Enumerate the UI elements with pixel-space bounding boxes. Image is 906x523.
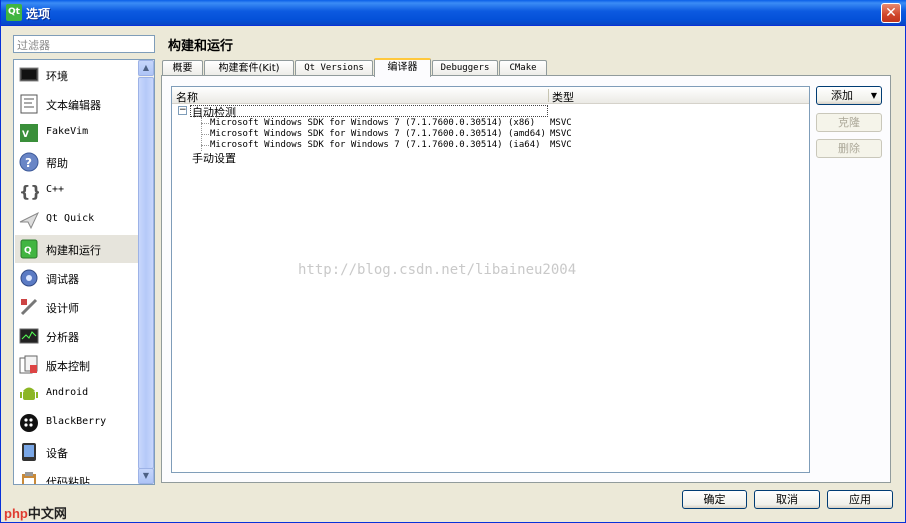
svg-text:Q: Q: [24, 246, 32, 256]
watermark-url: http://blog.csdn.net/libaineu2004: [298, 262, 577, 278]
sidebar-item-cpp[interactable]: {} C++: [15, 177, 139, 205]
paper-plane-icon: [19, 210, 39, 230]
compiler-row-type: MSVC: [550, 140, 572, 150]
column-header-name[interactable]: 名称: [176, 89, 198, 105]
sidebar-item-debugger[interactable]: 调试器: [15, 264, 139, 292]
sidebar-item-text-editor[interactable]: 文本编辑器: [15, 90, 139, 118]
version-control-icon: [19, 355, 39, 375]
sidebar-item-fakevim[interactable]: V FakeVim: [15, 119, 139, 147]
svg-text:{}: {}: [19, 182, 39, 201]
compiler-tree[interactable]: 名称 类型 − 自动检测 Microsoft Windows SDK for W…: [171, 86, 810, 473]
remove-button[interactable]: 删除: [816, 139, 882, 158]
sidebar-item-qt-quick[interactable]: Qt Quick: [15, 206, 139, 234]
close-button[interactable]: ✕: [881, 3, 901, 23]
add-button[interactable]: 添加 ▼: [816, 86, 882, 105]
sidebar-item-label: Qt Quick: [46, 213, 95, 224]
php-logo-text: php: [4, 506, 28, 521]
dropdown-arrow-icon: ▼: [870, 91, 877, 100]
sidebar-scrollbar[interactable]: ▲ ▼: [138, 60, 154, 484]
compiler-row-type: MSVC: [550, 129, 572, 139]
tab-overview[interactable]: 概要: [162, 60, 203, 76]
sidebar-item-version-control[interactable]: 版本控制: [15, 351, 139, 379]
add-button-label: 添加: [831, 89, 853, 102]
sidebar-item-help[interactable]: ? 帮助: [15, 148, 139, 176]
sidebar-item-label: 构建和运行: [46, 244, 101, 257]
sidebar-item-label: FakeVim: [46, 126, 89, 137]
scroll-down-button[interactable]: ▼: [138, 468, 154, 484]
sidebar-item-blackberry[interactable]: BlackBerry: [15, 409, 139, 437]
android-icon: [19, 384, 39, 404]
fakevim-icon: V: [19, 123, 39, 143]
code-paste-icon: [19, 471, 39, 484]
category-list[interactable]: 环境 文本编辑器 V FakeVim ? 帮助 {}: [13, 59, 155, 485]
sidebar-item-label: Android: [46, 387, 89, 398]
options-dialog: Qt 选项 ✕ 过滤器 环境 文本编辑器 V FakeVim ? 帮助 {C+…: [0, 0, 906, 523]
clone-button[interactable]: 克隆: [816, 113, 882, 132]
sidebar-item-label: C++: [46, 184, 65, 195]
scroll-thumb[interactable]: [138, 77, 154, 469]
tree-header: 名称 类型: [172, 87, 809, 104]
scroll-up-button[interactable]: ▲: [138, 60, 154, 76]
sidebar-item-label: 设备: [46, 447, 68, 460]
title-bar[interactable]: Qt 选项 ✕: [1, 0, 906, 26]
sidebar-item-label: 环境: [46, 70, 68, 83]
php-logo-site: 中文网: [27, 506, 67, 521]
column-header-type[interactable]: 类型: [552, 89, 574, 105]
sidebar-item-label: 设计师: [46, 302, 79, 315]
sidebar-item-code-paste[interactable]: 代码粘贴: [15, 467, 139, 485]
sidebar-item-label: 调试器: [46, 273, 79, 286]
compilers-panel: 名称 类型 − 自动检测 Microsoft Windows SDK for W…: [161, 75, 891, 483]
tab-cmake[interactable]: CMake: [499, 60, 547, 76]
collapse-icon[interactable]: −: [178, 106, 187, 115]
compiler-row-name[interactable]: Microsoft Windows SDK for Windows 7 (7.1…: [210, 118, 535, 128]
sidebar-item-label: 代码粘贴: [46, 476, 90, 485]
sidebar-item-label: 帮助: [46, 157, 68, 170]
help-icon: ?: [19, 152, 39, 172]
ok-button[interactable]: 确定: [682, 490, 747, 509]
sidebar-item-designer[interactable]: 设计师: [15, 293, 139, 321]
filter-input[interactable]: 过滤器: [13, 35, 155, 53]
cancel-button[interactable]: 取消: [754, 490, 820, 509]
compiler-row-name[interactable]: Microsoft Windows SDK for Windows 7 (7.1…: [210, 129, 546, 139]
sidebar-item-environment[interactable]: 环境: [15, 61, 139, 89]
compiler-row-name[interactable]: Microsoft Windows SDK for Windows 7 (7.1…: [210, 140, 541, 150]
tab-kits[interactable]: 构建套件(Kit): [204, 60, 294, 76]
sidebar-item-build-run[interactable]: Q 构建和运行: [15, 235, 139, 263]
svg-text:V: V: [22, 130, 29, 140]
tab-compilers[interactable]: 编译器: [374, 58, 431, 77]
window-title: 选项: [26, 7, 51, 21]
sidebar-item-analyzer[interactable]: 分析器: [15, 322, 139, 350]
build-run-icon: Q: [19, 239, 39, 259]
debugger-icon: [19, 268, 39, 288]
designer-icon: [19, 297, 39, 317]
compiler-row-type: MSVC: [550, 118, 572, 128]
sidebar-item-android[interactable]: Android: [15, 380, 139, 408]
tab-debuggers[interactable]: Debuggers: [432, 60, 498, 76]
sidebar-item-label: 文本编辑器: [46, 99, 101, 112]
apply-button[interactable]: 应用: [827, 490, 893, 509]
cpp-braces-icon: {}: [19, 181, 39, 201]
sidebar-item-label: 分析器: [46, 331, 79, 344]
blackberry-icon: [19, 413, 39, 433]
sidebar-item-devices[interactable]: 设备: [15, 438, 139, 466]
sidebar-item-label: 版本控制: [46, 360, 90, 373]
monitor-icon: [19, 65, 39, 85]
tab-qt-versions[interactable]: Qt Versions: [295, 60, 373, 76]
qt-app-icon: Qt: [6, 4, 22, 21]
analyzer-icon: [19, 326, 39, 346]
svg-text:?: ?: [25, 156, 32, 170]
device-icon: [19, 442, 39, 462]
page-title: 构建和运行: [168, 39, 234, 54]
php-watermark-logo: php中文网: [4, 503, 67, 522]
sidebar-item-label: BlackBerry: [46, 416, 107, 427]
tree-group-manual[interactable]: 手动设置: [192, 150, 236, 166]
text-editor-icon: [19, 94, 39, 114]
